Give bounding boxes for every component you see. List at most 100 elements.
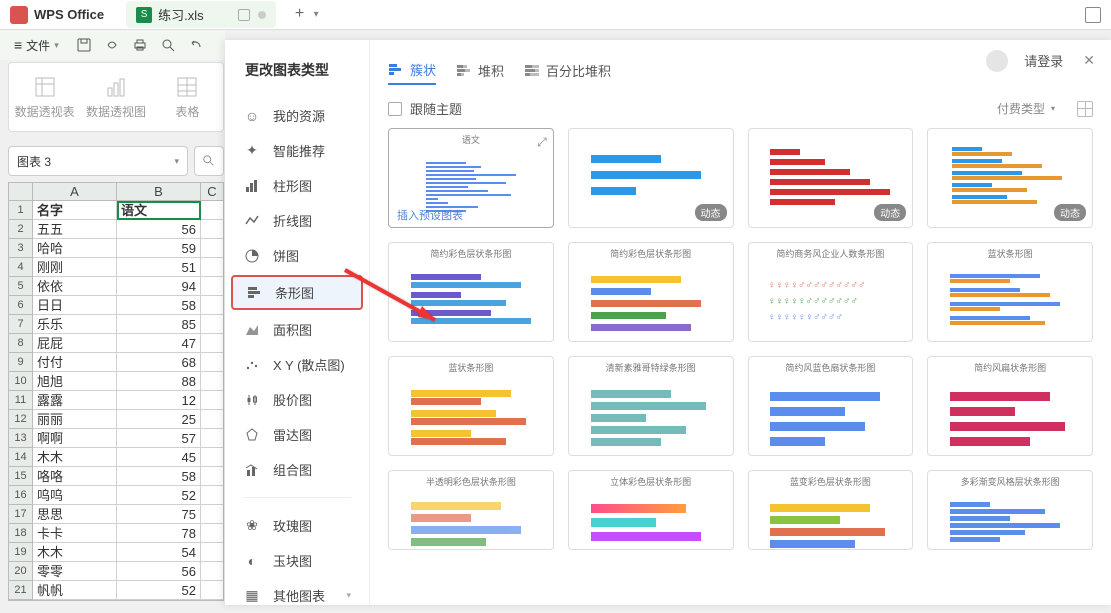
row-header[interactable]: 21 <box>9 581 33 600</box>
cell[interactable]: 51 <box>117 258 201 277</box>
row-header[interactable]: 1 <box>9 201 33 220</box>
cell[interactable]: 五五 <box>33 220 117 239</box>
cell[interactable] <box>201 524 223 543</box>
pivot-table-button[interactable]: 数据透视表 <box>9 63 80 131</box>
cell[interactable] <box>201 201 223 220</box>
grid-view-icon[interactable] <box>1077 101 1093 117</box>
print-icon[interactable] <box>131 36 149 54</box>
table-row[interactable]: 3哈哈59 <box>9 239 223 258</box>
cell[interactable]: 58 <box>117 296 201 315</box>
cell[interactable]: 卡卡 <box>33 524 117 543</box>
cell[interactable]: 68 <box>117 353 201 372</box>
formula-search-button[interactable] <box>194 146 224 176</box>
sidebar-item-radar-chart[interactable]: 雷达图 <box>225 417 369 452</box>
chart-thumb-8[interactable]: 蓝状条形图 <box>927 242 1093 342</box>
table-row[interactable]: 13啊啊57 <box>9 429 223 448</box>
row-header[interactable]: 2 <box>9 220 33 239</box>
new-tab-button[interactable]: + <box>290 5 310 25</box>
table-row[interactable]: 8屁屁47 <box>9 334 223 353</box>
sidebar-item-area-chart[interactable]: 面积图 <box>225 312 369 347</box>
row-header[interactable]: 19 <box>9 543 33 562</box>
table-row[interactable]: 7乐乐85 <box>9 315 223 334</box>
chart-thumb-preset[interactable]: 语文 ⤢ 插入预设图表 <box>388 128 554 228</box>
chart-thumb-5[interactable]: 简约彩色层状条形图 <box>388 242 554 342</box>
table-row[interactable]: 19木木54 <box>9 543 223 562</box>
chart-thumb-6[interactable]: 简约彩色层状条形图 <box>568 242 734 342</box>
table-row[interactable]: 12丽丽25 <box>9 410 223 429</box>
cell[interactable]: 88 <box>117 372 201 391</box>
row-header[interactable]: 11 <box>9 391 33 410</box>
row-header[interactable]: 3 <box>9 239 33 258</box>
login-link[interactable]: 请登录 <box>1024 51 1063 70</box>
sidebar-item-other-charts[interactable]: ▦其他图表▾ <box>225 578 369 613</box>
sidebar-item-my-resources[interactable]: ☺我的资源 <box>225 98 369 133</box>
cell[interactable]: 78 <box>117 524 201 543</box>
cell[interactable] <box>201 410 223 429</box>
cell[interactable]: 75 <box>117 505 201 524</box>
table-row[interactable]: 1名字语文 <box>9 201 223 220</box>
cell[interactable]: 木木 <box>33 448 117 467</box>
cell[interactable]: 54 <box>117 543 201 562</box>
table-row[interactable]: 18卡卡78 <box>9 524 223 543</box>
cell[interactable] <box>201 543 223 562</box>
cell[interactable]: 刚刚 <box>33 258 117 277</box>
cell[interactable] <box>201 372 223 391</box>
sidebar-item-bar-chart[interactable]: 条形图 <box>231 275 363 310</box>
cell[interactable] <box>201 391 223 410</box>
row-header[interactable]: 13 <box>9 429 33 448</box>
cell[interactable]: 露露 <box>33 391 117 410</box>
cell[interactable] <box>201 296 223 315</box>
cell[interactable]: 85 <box>117 315 201 334</box>
row-header[interactable]: 20 <box>9 562 33 581</box>
table-row[interactable]: 14木木45 <box>9 448 223 467</box>
chart-thumb-7[interactable]: 简约商务风企业人数条形图 ♀♀♀♀♂♂♂♂♂♂♂♂♂♀♀♀♀♀♂♂♂♂♂♂♂♀♀… <box>748 242 914 342</box>
row-header[interactable]: 8 <box>9 334 33 353</box>
col-header-b[interactable]: B <box>117 183 201 201</box>
row-header[interactable]: 5 <box>9 277 33 296</box>
sidebar-item-line-chart[interactable]: 折线图 <box>225 203 369 238</box>
cell[interactable]: 屁屁 <box>33 334 117 353</box>
cell[interactable]: 帆帆 <box>33 581 117 600</box>
sidebar-item-smart[interactable]: ✦智能推荐 <box>225 133 369 168</box>
cell[interactable]: 25 <box>117 410 201 429</box>
table-row[interactable]: 2五五56 <box>9 220 223 239</box>
row-header[interactable]: 17 <box>9 505 33 524</box>
cell[interactable] <box>201 334 223 353</box>
close-icon[interactable]: ✕ <box>1079 48 1099 73</box>
row-header[interactable]: 7 <box>9 315 33 334</box>
cell[interactable]: 52 <box>117 581 201 600</box>
cell[interactable]: 思思 <box>33 505 117 524</box>
chart-thumb-2[interactable]: 动态 <box>568 128 734 228</box>
paytype-filter[interactable]: 付费类型 ▾ <box>997 100 1093 117</box>
cell[interactable]: 日日 <box>33 296 117 315</box>
chart-thumb-14[interactable]: 立体彩色层状条形图 <box>568 470 734 550</box>
cell[interactable]: 啊啊 <box>33 429 117 448</box>
tab-dropdown-icon[interactable]: ▾ <box>314 9 319 20</box>
cell[interactable] <box>201 239 223 258</box>
cell[interactable]: 12 <box>117 391 201 410</box>
chart-thumb-3[interactable]: 动态 <box>748 128 914 228</box>
cell[interactable]: 木木 <box>33 543 117 562</box>
table-row[interactable]: 10旭旭88 <box>9 372 223 391</box>
row-header[interactable]: 12 <box>9 410 33 429</box>
row-header[interactable]: 16 <box>9 486 33 505</box>
cell[interactable]: 付付 <box>33 353 117 372</box>
cell[interactable]: 乐乐 <box>33 315 117 334</box>
cell[interactable] <box>201 315 223 334</box>
table-row[interactable]: 15咯咯58 <box>9 467 223 486</box>
name-box[interactable]: 图表 3 ▾ <box>8 146 188 176</box>
cell[interactable]: 名字 <box>33 201 117 220</box>
cell[interactable]: 呜呜 <box>33 486 117 505</box>
col-header-c[interactable]: C <box>201 183 223 201</box>
follow-theme-option[interactable]: 跟随主题 <box>388 99 462 118</box>
chart-thumb-16[interactable]: 多彩渐变风格层状条形图 <box>927 470 1093 550</box>
chart-thumb-12[interactable]: 简约风扁状条形图 <box>927 356 1093 456</box>
cell[interactable]: 58 <box>117 467 201 486</box>
chart-thumb-11[interactable]: 简约风蓝色扇状条形图 <box>748 356 914 456</box>
sidebar-item-stock-chart[interactable]: 股价图 <box>225 382 369 417</box>
cell[interactable]: 47 <box>117 334 201 353</box>
cell[interactable]: 哈哈 <box>33 239 117 258</box>
cell[interactable]: 59 <box>117 239 201 258</box>
table-row[interactable]: 11露露12 <box>9 391 223 410</box>
cell[interactable] <box>201 277 223 296</box>
